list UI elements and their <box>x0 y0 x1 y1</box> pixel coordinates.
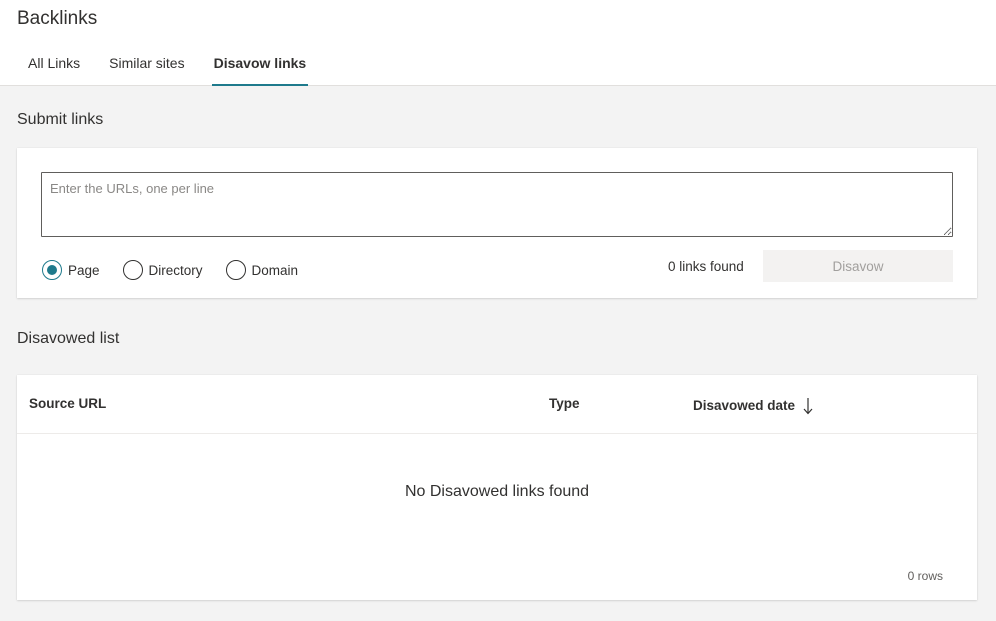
row-count: 0 rows <box>907 569 943 583</box>
column-source-url-label: Source URL <box>29 396 107 411</box>
radio-page-label: Page <box>68 262 100 278</box>
radio-directory[interactable]: Directory <box>122 260 203 280</box>
table-header: Source URL Type Disavowed date <box>17 375 977 434</box>
disavowed-list-title: Disavowed list <box>17 330 120 347</box>
links-found-count: 0 links found <box>668 259 744 274</box>
radio-directory-indicator[interactable] <box>122 260 143 280</box>
tab-bar: All Links Similar sites Disavow links <box>17 50 308 86</box>
urls-input[interactable] <box>41 172 953 237</box>
empty-state-message: No Disavowed links found <box>404 483 590 500</box>
column-source-url[interactable]: Source URL <box>29 396 106 411</box>
radio-directory-label: Directory <box>148 262 203 278</box>
tab-disavow-links[interactable]: Disavow links <box>211 50 309 86</box>
disavowed-list-card: Source URL Type Disavowed date No Disavo… <box>17 375 977 600</box>
column-disavowed-date-label: Disavowed date <box>693 397 796 413</box>
disavow-type-radio-group: Page Directory Domain <box>42 260 321 280</box>
arrow-down-icon[interactable] <box>803 397 813 415</box>
tab-similar-sites[interactable]: Similar sites <box>107 50 186 86</box>
submit-links-card: Page Directory Domain 0 links found Disa… <box>17 148 977 298</box>
column-type-label: Type <box>549 396 580 411</box>
disavow-button[interactable]: Disavow <box>763 250 953 282</box>
radio-domain-label: Domain <box>251 262 299 278</box>
page-header: Backlinks All Links Similar sites Disavo… <box>0 0 996 86</box>
submit-links-title: Submit links <box>17 111 104 128</box>
column-disavowed-date[interactable]: Disavowed date <box>693 396 813 415</box>
radio-page[interactable]: Page <box>42 260 100 280</box>
radio-domain-indicator[interactable] <box>225 260 246 280</box>
radio-domain[interactable]: Domain <box>225 260 299 280</box>
radio-page-indicator[interactable] <box>42 260 62 280</box>
column-type[interactable]: Type <box>549 396 580 411</box>
tab-all-links[interactable]: All Links <box>26 50 82 86</box>
page-title: Backlinks <box>17 8 98 29</box>
